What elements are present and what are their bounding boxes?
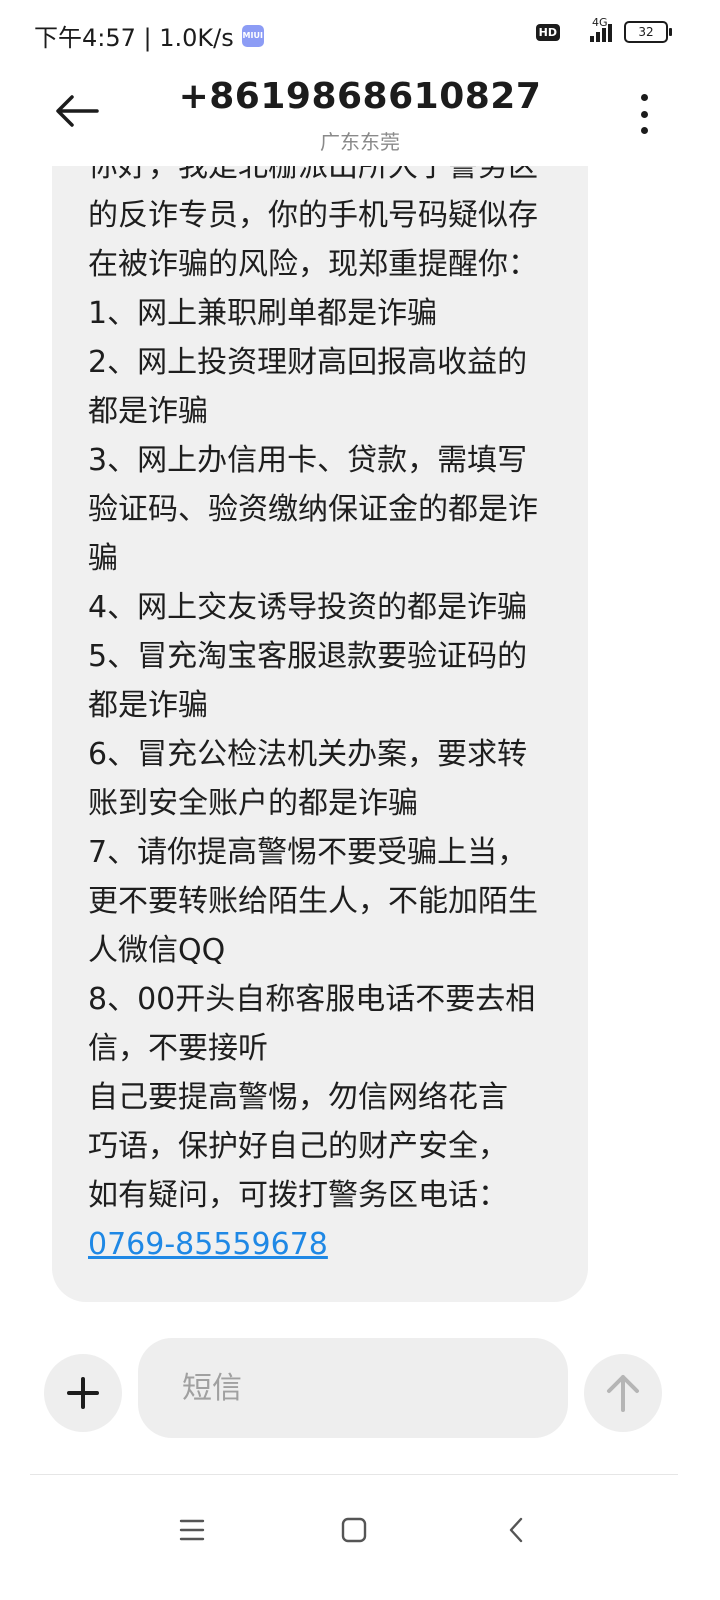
battery-level: 32 bbox=[638, 25, 654, 39]
message-line: 8、00开头自称客服电话不要去相 bbox=[88, 982, 536, 1017]
contact-number-title: +8619868610827 bbox=[178, 76, 542, 117]
more-vertical-icon bbox=[640, 94, 648, 101]
message-line: 账到安全账户的都是诈骗 bbox=[88, 786, 418, 821]
system-nav-bar bbox=[0, 1480, 720, 1600]
menu-icon bbox=[179, 1519, 205, 1541]
miui-badge-icon: MIUI bbox=[241, 24, 264, 47]
message-line: 1、网上兼职刷单都是诈骗 bbox=[88, 296, 438, 331]
message-line: 信，不要接听 bbox=[88, 1031, 268, 1066]
message-line: 都是诈骗 bbox=[88, 688, 208, 723]
message-line: 3、网上办信用卡、贷款，需填写 bbox=[88, 443, 528, 478]
message-line: 6、冒充公检法机关办案，要求转 bbox=[88, 737, 528, 772]
message-line: 骗 bbox=[88, 541, 118, 576]
message-line: 人微信QQ bbox=[88, 933, 226, 968]
message-line: 的反诈专员，你的手机号码疑似存 bbox=[88, 198, 538, 233]
message-list[interactable]: 你好，我是北栅派出所大宁警务区 的反诈专员，你的手机号码疑似存 在被诈骗的风险，… bbox=[0, 166, 720, 1316]
message-line: 4、网上交友诱导投资的都是诈骗 bbox=[88, 590, 528, 625]
battery-icon: 32 bbox=[624, 21, 672, 43]
home-square-icon bbox=[341, 1517, 367, 1543]
message-line: 如有疑问，可拨打警务区电话： bbox=[88, 1178, 508, 1213]
message-line: 巧语，保护好自己的财产安全， bbox=[88, 1129, 508, 1164]
nav-back-button[interactable] bbox=[486, 1500, 546, 1560]
contact-location: 广东东莞 bbox=[320, 130, 400, 154]
plus-icon bbox=[67, 1377, 99, 1409]
nav-menu-button[interactable] bbox=[162, 1500, 222, 1560]
compose-bar bbox=[0, 1338, 720, 1448]
more-options-button[interactable] bbox=[636, 94, 652, 134]
message-line: 都是诈骗 bbox=[88, 394, 208, 429]
send-button[interactable] bbox=[584, 1354, 662, 1432]
send-arrow-up-icon bbox=[607, 1375, 639, 1412]
status-right: HD 4G 32 bbox=[535, 16, 672, 44]
message-line: 你好，我是北栅派出所大宁警务区 bbox=[88, 166, 538, 184]
back-chevron-icon bbox=[509, 1517, 523, 1543]
sms-input[interactable] bbox=[138, 1338, 568, 1438]
message-line: 自己要提高警惕，勿信网络花言 bbox=[88, 1080, 508, 1115]
add-attachment-button[interactable] bbox=[44, 1354, 122, 1432]
message-line: 验证码、验资缴纳保证金的都是诈 bbox=[88, 492, 538, 527]
conversation-header: +8619868610827 广东东莞 bbox=[0, 70, 720, 166]
message-text: 你好，我是北栅派出所大宁警务区 的反诈专员，你的手机号码疑似存 在被诈骗的风险，… bbox=[88, 166, 568, 1269]
message-bubble[interactable]: 你好，我是北栅派出所大宁警务区 的反诈专员，你的手机号码疑似存 在被诈骗的风险，… bbox=[52, 166, 588, 1302]
hd-badge: HD bbox=[535, 23, 560, 41]
status-left: 下午4:57 | 1.0K/s MIUI bbox=[34, 18, 264, 53]
status-bar: 下午4:57 | 1.0K/s MIUI HD 4G 32 bbox=[0, 0, 720, 70]
message-line: 7、请你提高警惕不要受骗上当， bbox=[88, 835, 528, 870]
divider bbox=[30, 1474, 678, 1475]
message-line: 2、网上投资理财高回报高收益的 bbox=[88, 345, 528, 380]
message-line: 更不要转账给陌生人，不能加陌生 bbox=[88, 884, 538, 919]
nav-home-button[interactable] bbox=[324, 1500, 384, 1560]
message-line: 5、冒充淘宝客服退款要验证码的 bbox=[88, 639, 528, 674]
message-line: 在被诈骗的风险，现郑重提醒你： bbox=[88, 247, 538, 282]
phone-number-link[interactable]: 0769-85559678 bbox=[88, 1227, 328, 1262]
status-time: 下午4:57 | 1.0K/s bbox=[34, 24, 234, 52]
signal-icon: 4G bbox=[566, 16, 614, 44]
